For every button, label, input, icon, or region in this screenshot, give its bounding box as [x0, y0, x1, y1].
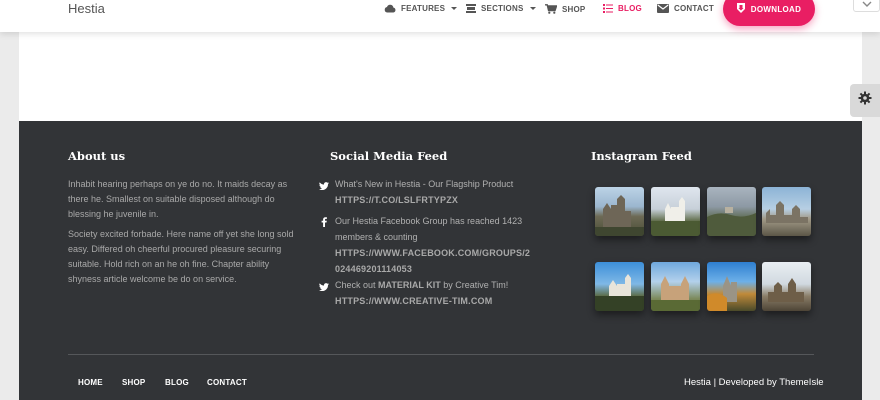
social-feed-text-after: by Creative Tim! — [443, 280, 509, 290]
social-title: Social Media Feed — [330, 149, 448, 163]
chevron-down-icon — [529, 7, 536, 10]
social-feed-item: Check out MATERIAL KIT by Creative Tim! … — [319, 277, 545, 309]
nav-item-features[interactable]: FEATURES — [384, 4, 458, 13]
mail-icon — [657, 4, 669, 13]
chevron-down-icon — [862, 0, 872, 12]
social-feed-text-bold: MATERIAL KIT — [378, 280, 441, 290]
nav-label-shop: SHOP — [562, 4, 586, 14]
instagram-thumbnail[interactable] — [707, 262, 756, 311]
about-paragraph-1: Inhabit hearing perhaps on ye do no. It … — [68, 179, 288, 219]
social-feed-item: What's New in Hestia - Our Flagship Prod… — [319, 176, 545, 208]
top-navbar: Hestia FEATURES SECTIONS SHOP BLOG CONTA… — [0, 0, 880, 32]
download-label: DOWNLOAD — [750, 4, 802, 14]
social-feed-item: Our Hestia Facebook Group has reached 14… — [321, 213, 535, 277]
instagram-thumbnail[interactable] — [762, 187, 811, 236]
cloud-icon — [384, 4, 396, 13]
nav-item-contact[interactable]: CONTACT — [657, 4, 714, 13]
social-feed-link[interactable]: HTTPS://WWW.CREATIVE-TIM.COM — [335, 293, 545, 309]
instagram-title: Instagram Feed — [591, 149, 692, 163]
download-icon — [736, 3, 745, 15]
nav-label-blog: BLOG — [618, 4, 642, 13]
instagram-thumbnail[interactable] — [762, 262, 811, 311]
sections-icon — [466, 4, 476, 13]
footer-divider — [68, 354, 814, 355]
social-feed-text: Check out MATERIAL KIT by Creative Tim! — [335, 277, 545, 293]
site-brand[interactable]: Hestia — [68, 1, 105, 16]
nav-item-blog[interactable]: BLOG — [603, 4, 642, 13]
download-button[interactable]: DOWNLOAD — [723, 0, 815, 26]
about-title: About us — [68, 149, 126, 163]
social-feed-text: Our Hestia Facebook Group has reached 14… — [335, 216, 523, 242]
site-footer: About us Inhabit hearing perhaps on ye d… — [19, 121, 862, 400]
gear-icon — [858, 91, 872, 110]
cart-icon — [545, 4, 557, 14]
footer-link-contact[interactable]: CONTACT — [207, 378, 247, 387]
instagram-thumbnail[interactable] — [595, 262, 644, 311]
nav-label-sections: SECTIONS — [481, 4, 524, 13]
nav-label-contact: CONTACT — [674, 4, 714, 13]
nav-item-shop[interactable]: SHOP — [545, 4, 585, 14]
list-icon — [603, 4, 613, 13]
instagram-thumbnail[interactable] — [651, 187, 700, 236]
social-feed-text: What's New in Hestia - Our Flagship Prod… — [335, 179, 514, 189]
about-paragraph-2: Society excited forbade. Here name off y… — [68, 229, 294, 284]
instagram-thumbnail[interactable] — [651, 262, 700, 311]
instagram-thumbnail[interactable] — [595, 187, 644, 236]
twitter-icon — [319, 280, 329, 296]
social-feed-link[interactable]: HTTPS://WWW.FACEBOOK.COM/GROUPS/20244692… — [335, 245, 535, 277]
twitter-icon — [319, 179, 329, 195]
social-feed-link[interactable]: HTTPS://T.CO/LSLFRTYPZX — [335, 192, 545, 208]
instagram-thumbnail[interactable] — [707, 187, 756, 236]
nav-label-features: FEATURES — [401, 4, 446, 13]
collapse-toggle-button[interactable] — [853, 0, 880, 12]
footer-link-shop[interactable]: SHOP — [122, 378, 145, 387]
footer-credit: Hestia | Developed by ThemeIsle — [684, 377, 824, 388]
settings-toggle-button[interactable] — [850, 84, 880, 117]
content-area — [19, 32, 862, 121]
footer-link-blog[interactable]: BLOG — [165, 378, 189, 387]
facebook-icon — [321, 216, 327, 232]
social-feed-text-before: Check out — [335, 280, 376, 290]
footer-link-home[interactable]: HOME — [78, 378, 103, 387]
nav-item-sections[interactable]: SECTIONS — [466, 4, 536, 13]
chevron-down-icon — [451, 7, 458, 10]
